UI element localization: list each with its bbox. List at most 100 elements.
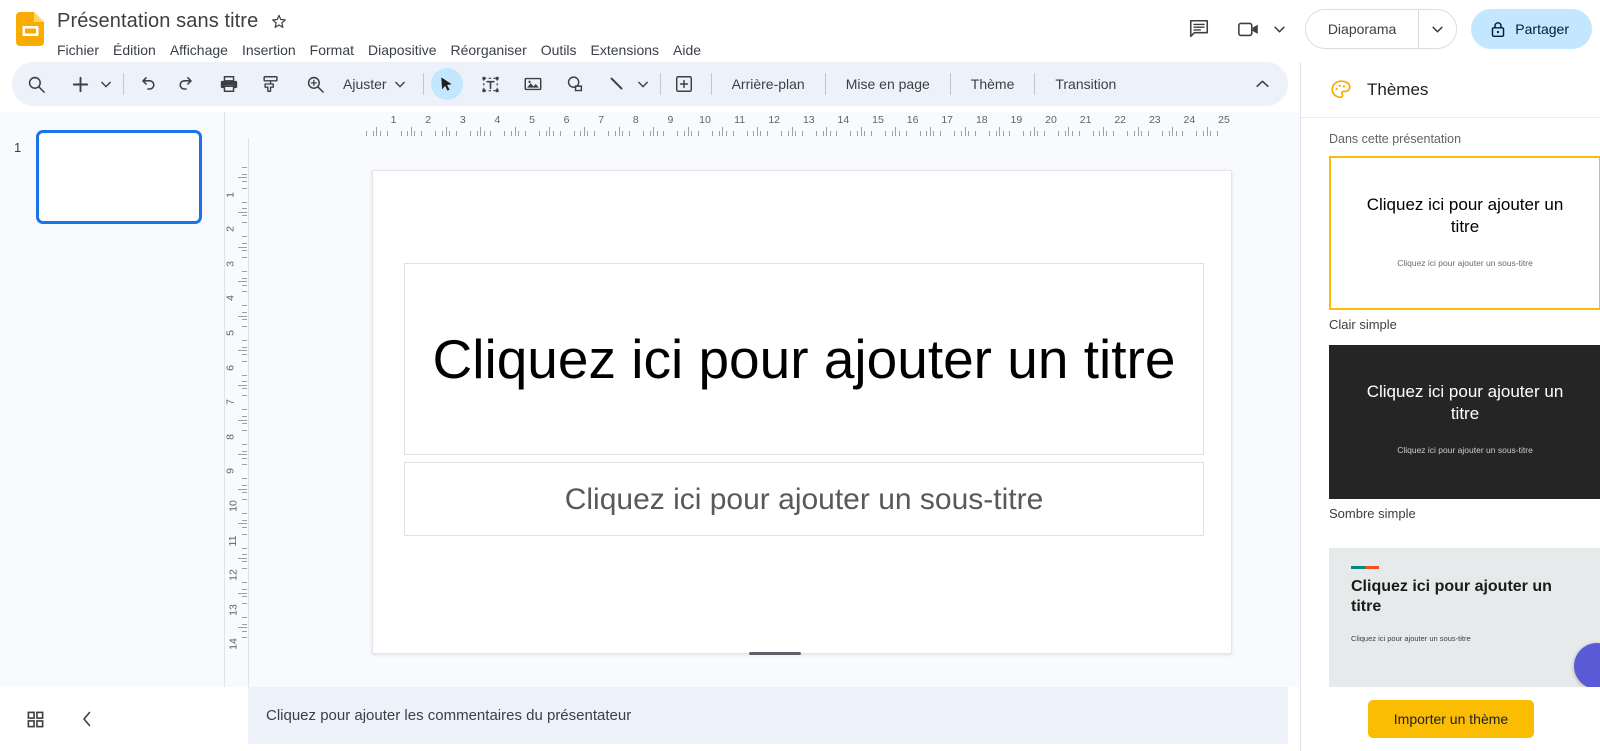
layout-button[interactable]: Mise en page <box>833 69 943 99</box>
new-slide-chevron-down-icon[interactable] <box>96 69 116 99</box>
vertical-ruler[interactable]: 1 2 3 4 5 6 7 8 9 10 11 12 13 14 <box>225 138 249 687</box>
ruler-h-tick <box>608 131 610 136</box>
cursor-arrow-icon[interactable] <box>430 68 463 100</box>
printer-icon[interactable] <box>213 68 245 100</box>
image-icon[interactable] <box>517 68 549 100</box>
menu-insertion[interactable]: Insertion <box>235 37 303 63</box>
menu-affichage[interactable]: Affichage <box>163 37 235 63</box>
slideshow-button[interactable]: Diaporama <box>1305 10 1419 48</box>
title-placeholder[interactable]: Cliquez ici pour ajouter un titre <box>404 263 1204 455</box>
shape-icon[interactable] <box>559 68 591 100</box>
theme-card-sombre-simple[interactable]: Cliquez ici pour ajouter un titre Clique… <box>1329 345 1600 521</box>
chevron-left-icon[interactable] <box>70 702 104 736</box>
theme-thumb-subtitle: Cliquez ici pour ajouter un sous-titre <box>1397 445 1533 455</box>
ruler-h-tick-major <box>480 127 482 136</box>
ruler-h-tick-major <box>791 127 793 136</box>
fit-zoom-dropdown[interactable]: Ajuster <box>335 69 413 99</box>
menu-outils[interactable]: Outils <box>534 37 584 63</box>
text-box-icon[interactable] <box>475 68 507 100</box>
ruler-h-label: 5 <box>529 114 535 126</box>
grid-view-icon[interactable] <box>18 702 52 736</box>
slides-logo-icon[interactable] <box>14 12 48 46</box>
transition-button[interactable]: Transition <box>1042 69 1129 99</box>
ruler-v-tick <box>242 582 247 584</box>
themes-panel: Thèmes Dans cette présentation Cliquez i… <box>1300 62 1600 751</box>
ruler-h-tick <box>988 131 990 136</box>
line-icon[interactable] <box>601 68 633 100</box>
zoom-in-icon[interactable] <box>299 68 331 100</box>
ruler-v-tick <box>242 173 247 175</box>
ruler-h-tick <box>732 131 734 136</box>
ruler-h-tick <box>1092 131 1094 136</box>
star-icon[interactable] <box>270 12 288 30</box>
line-chevron-down-icon[interactable] <box>633 69 653 99</box>
theme-name-clair-simple: Clair simple <box>1329 317 1397 332</box>
ruler-v-tick <box>242 429 247 431</box>
menu-aide[interactable]: Aide <box>666 37 708 63</box>
redo-icon[interactable] <box>171 68 203 100</box>
slide-thumbnail-1[interactable] <box>36 130 202 224</box>
theme-thumbnail-clair-simple[interactable]: Cliquez ici pour ajouter un titre Clique… <box>1329 156 1600 310</box>
ruler-h-tick <box>954 131 956 136</box>
import-theme-button[interactable]: Importer un thème <box>1367 700 1535 738</box>
ruler-h-tick <box>781 131 783 136</box>
ruler-h-tick <box>621 131 623 136</box>
theme-accent-rule <box>1351 566 1379 569</box>
theme-thumbnail-sombre-simple[interactable]: Cliquez ici pour ajouter un titre Clique… <box>1329 345 1600 499</box>
slide-canvas[interactable]: Cliquez ici pour ajouter un titre Clique… <box>372 170 1232 654</box>
ruler-h-tick <box>435 131 437 136</box>
new-slide-plus-icon[interactable] <box>64 68 96 100</box>
ruler-h-tick <box>490 131 492 136</box>
video-camera-icon[interactable] <box>1229 9 1269 49</box>
chevron-up-icon[interactable] <box>1246 68 1278 100</box>
toolbar-divider-3 <box>659 73 661 95</box>
ruler-v-tick <box>242 478 247 480</box>
ruler-h-tick <box>1217 131 1219 136</box>
ruler-h-label: 25 <box>1218 114 1230 126</box>
menu-diapositive[interactable]: Diapositive <box>361 37 443 63</box>
meet-chevron-down-icon[interactable] <box>1269 11 1291 47</box>
menu-reorganiser[interactable]: Réorganiser <box>443 37 533 63</box>
slideshow-chevron-down-icon[interactable] <box>1418 10 1457 48</box>
ruler-v-label: 9 <box>225 468 237 475</box>
subtitle-placeholder[interactable]: Cliquez ici pour ajouter un sous-titre <box>404 462 1204 536</box>
background-button[interactable]: Arrière-plan <box>719 69 818 99</box>
undo-icon[interactable] <box>131 68 163 100</box>
speaker-notes-field[interactable]: Cliquez pour ajouter les commentaires du… <box>248 687 1288 744</box>
theme-card-third[interactable]: Cliquez ici pour ajouter un titre Clique… <box>1329 534 1600 688</box>
theme-button[interactable]: Thème <box>958 69 1028 99</box>
toolbar-divider-5 <box>824 73 826 95</box>
theme-thumbnail-third[interactable]: Cliquez ici pour ajouter un titre Clique… <box>1329 534 1600 688</box>
ruler-h-tick <box>1064 131 1066 136</box>
ruler-v-tick <box>242 243 247 245</box>
add-comment-icon[interactable] <box>668 68 700 100</box>
theme-name-sombre-simple: Sombre simple <box>1329 506 1416 521</box>
ruler-h-tick <box>372 131 374 136</box>
menu-fichier[interactable]: Fichier <box>50 37 106 63</box>
ruler-h-tick <box>455 131 457 136</box>
ruler-v-label: 13 <box>227 603 240 616</box>
ruler-h-label: 3 <box>459 114 466 126</box>
document-title[interactable]: Présentation sans titre <box>57 10 258 33</box>
notes-resize-handle[interactable] <box>249 652 1301 655</box>
slide-number: 1 <box>14 140 22 155</box>
ruler-h-tick <box>587 131 589 136</box>
ruler-h-tick <box>525 131 527 136</box>
share-button[interactable]: Partager <box>1471 9 1592 49</box>
ruler-h-tick <box>884 131 886 136</box>
slideshow-group: Diaporama <box>1304 9 1458 49</box>
ruler-h-tick-major <box>514 127 516 136</box>
paint-format-icon[interactable] <box>255 68 287 100</box>
ruler-v-label: 8 <box>225 433 237 440</box>
ruler-v-tick <box>242 485 247 487</box>
ruler-v-label: 12 <box>227 569 240 582</box>
menu-extensions[interactable]: Extensions <box>584 37 666 63</box>
theme-card-clair-simple[interactable]: Cliquez ici pour ajouter un titre Clique… <box>1329 156 1600 332</box>
search-icon[interactable] <box>20 68 52 100</box>
menu-format[interactable]: Format <box>303 37 361 63</box>
ruler-h-tick-major <box>549 127 551 136</box>
horizontal-ruler[interactable]: 1 2 3 4 5 6 7 8 9 10 11 12 13 14 15 16 17 18 19 20 21 22 23 24 2… <box>249 112 1301 138</box>
menu-edition[interactable]: Édition <box>106 37 163 63</box>
ruler-v-tick <box>242 180 247 182</box>
comment-history-icon[interactable] <box>1179 9 1219 49</box>
